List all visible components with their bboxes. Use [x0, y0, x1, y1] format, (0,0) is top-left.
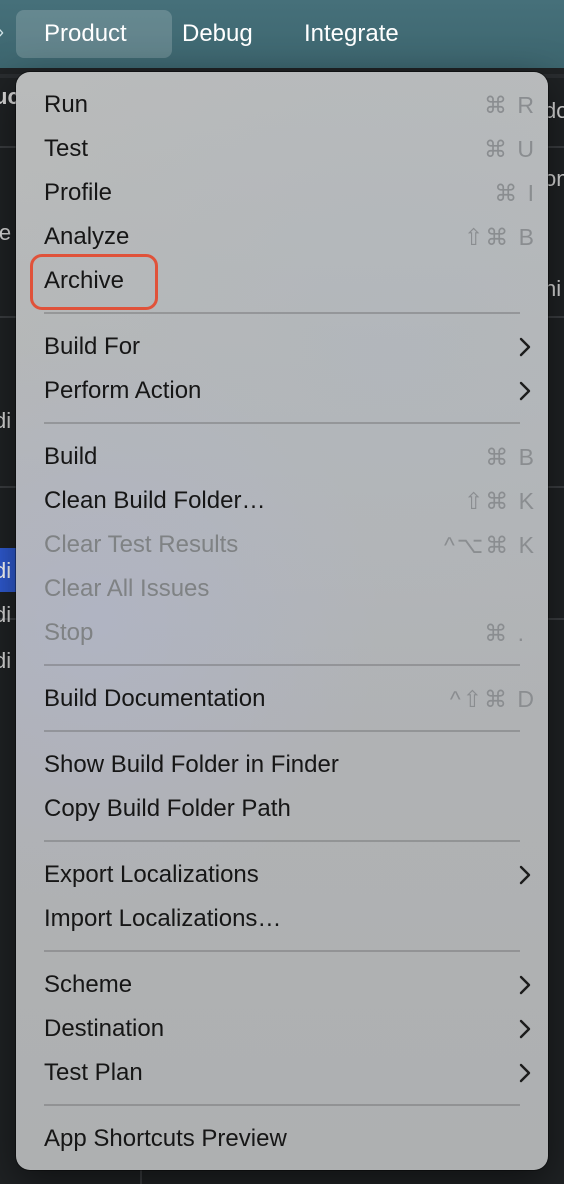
menu-item-label: Import Localizations… [44, 905, 282, 932]
menu-separator [44, 664, 520, 666]
menu-item-copy-build-folder-path[interactable]: Copy Build Folder Path [28, 787, 536, 831]
chevron-right-icon [519, 1019, 531, 1039]
menu-item-label: Perform Action [44, 377, 202, 404]
menu-item-label: Scheme [44, 971, 133, 998]
menu-separator [44, 950, 520, 952]
menu-item-label: Test [44, 135, 89, 162]
menu-item-analyze[interactable]: Analyze ⇧⌘ B [28, 215, 536, 259]
chevron-right-icon [519, 381, 531, 401]
menu-separator [44, 1104, 520, 1106]
menu-item-profile[interactable]: Profile ⌘ I [28, 171, 536, 215]
menu-item-app-shortcuts-preview[interactable]: App Shortcuts Preview [28, 1117, 536, 1161]
menu-separator [44, 422, 520, 424]
menu-item-label: Destination [44, 1015, 165, 1042]
menu-item-label: Test Plan [44, 1059, 143, 1086]
chevron-right-icon [519, 1063, 531, 1083]
chevron-right-icon [519, 337, 531, 357]
menu-item-label: Clean Build Folder… [44, 487, 266, 514]
menu-integrate[interactable]: Integrate [288, 10, 415, 58]
menu-item-build-for[interactable]: Build For [28, 325, 536, 369]
chevron-right-icon [519, 865, 531, 885]
shortcut-label: ⌘ I [494, 180, 536, 206]
menu-debug[interactable]: Debug [166, 10, 269, 58]
menu-item-label: Show Build Folder in Finder [44, 751, 339, 778]
product-menu: Run ⌘ R Test ⌘ U Profile ⌘ I Analyze ⇧⌘ … [16, 72, 548, 1170]
menu-item-build-documentation[interactable]: Build Documentation ^⇧⌘ D [28, 677, 536, 721]
shortcut-label: ⇧⌘ B [463, 224, 536, 250]
menu-item-import-localizations[interactable]: Import Localizations… [28, 897, 536, 941]
shortcut-label: ^⇧⌘ D [449, 686, 536, 712]
shortcut-label: ⇧⌘ K [463, 488, 536, 514]
menu-item-label: App Shortcuts Preview [44, 1125, 287, 1152]
menu-item-run[interactable]: Run ⌘ R [28, 83, 536, 127]
menu-item-label: Analyze [44, 223, 130, 250]
menu-item-stop: Stop ⌘ . [28, 611, 536, 655]
menu-separator [44, 312, 520, 314]
menu-item-test[interactable]: Test ⌘ U [28, 127, 536, 171]
menu-item-show-build-folder[interactable]: Show Build Folder in Finder [28, 743, 536, 787]
chevron-right-icon [519, 975, 531, 995]
shortcut-label: ⌘ U [484, 136, 536, 162]
menu-item-scheme[interactable]: Scheme [28, 963, 536, 1007]
menu-item-label: Build Documentation [44, 685, 266, 712]
shortcut-label: ⌘ . [484, 620, 526, 646]
shortcut-label: ⌘ R [484, 92, 536, 118]
menu-item-perform-action[interactable]: Perform Action [28, 369, 536, 413]
menu-item-label: Build For [44, 333, 141, 360]
shortcut-label: ⌘ B [485, 444, 536, 470]
menu-item-export-localizations[interactable]: Export Localizations [28, 853, 536, 897]
menu-item-label: Clear Test Results [44, 531, 239, 558]
menu-item-clear-test-results: Clear Test Results ^⌥⌘ K [28, 523, 536, 567]
menu-separator [44, 730, 520, 732]
menu-item-test-plan[interactable]: Test Plan [28, 1051, 536, 1095]
menu-item-label: Copy Build Folder Path [44, 795, 291, 822]
menu-item-label: Profile [44, 179, 113, 206]
menu-separator [44, 840, 520, 842]
menu-item-label: Export Localizations [44, 861, 259, 888]
menu-item-label: Build [44, 443, 98, 470]
menu-item-clear-all-issues: Clear All Issues [28, 567, 536, 611]
menu-item-clean-build-folder[interactable]: Clean Build Folder… ⇧⌘ K [28, 479, 536, 523]
menu-item-build[interactable]: Build ⌘ B [28, 435, 536, 479]
menu-bar: › Product Debug Integrate [0, 0, 564, 68]
menu-item-label: Clear All Issues [44, 575, 210, 602]
partial-menu-edge: › [0, 22, 4, 43]
menu-item-label: Run [44, 91, 89, 118]
menu-item-label: Stop [44, 619, 94, 646]
menu-product[interactable]: Product [16, 10, 172, 58]
archive-highlight-annotation [30, 254, 158, 310]
shortcut-label: ^⌥⌘ K [443, 532, 536, 558]
menu-item-destination[interactable]: Destination [28, 1007, 536, 1051]
